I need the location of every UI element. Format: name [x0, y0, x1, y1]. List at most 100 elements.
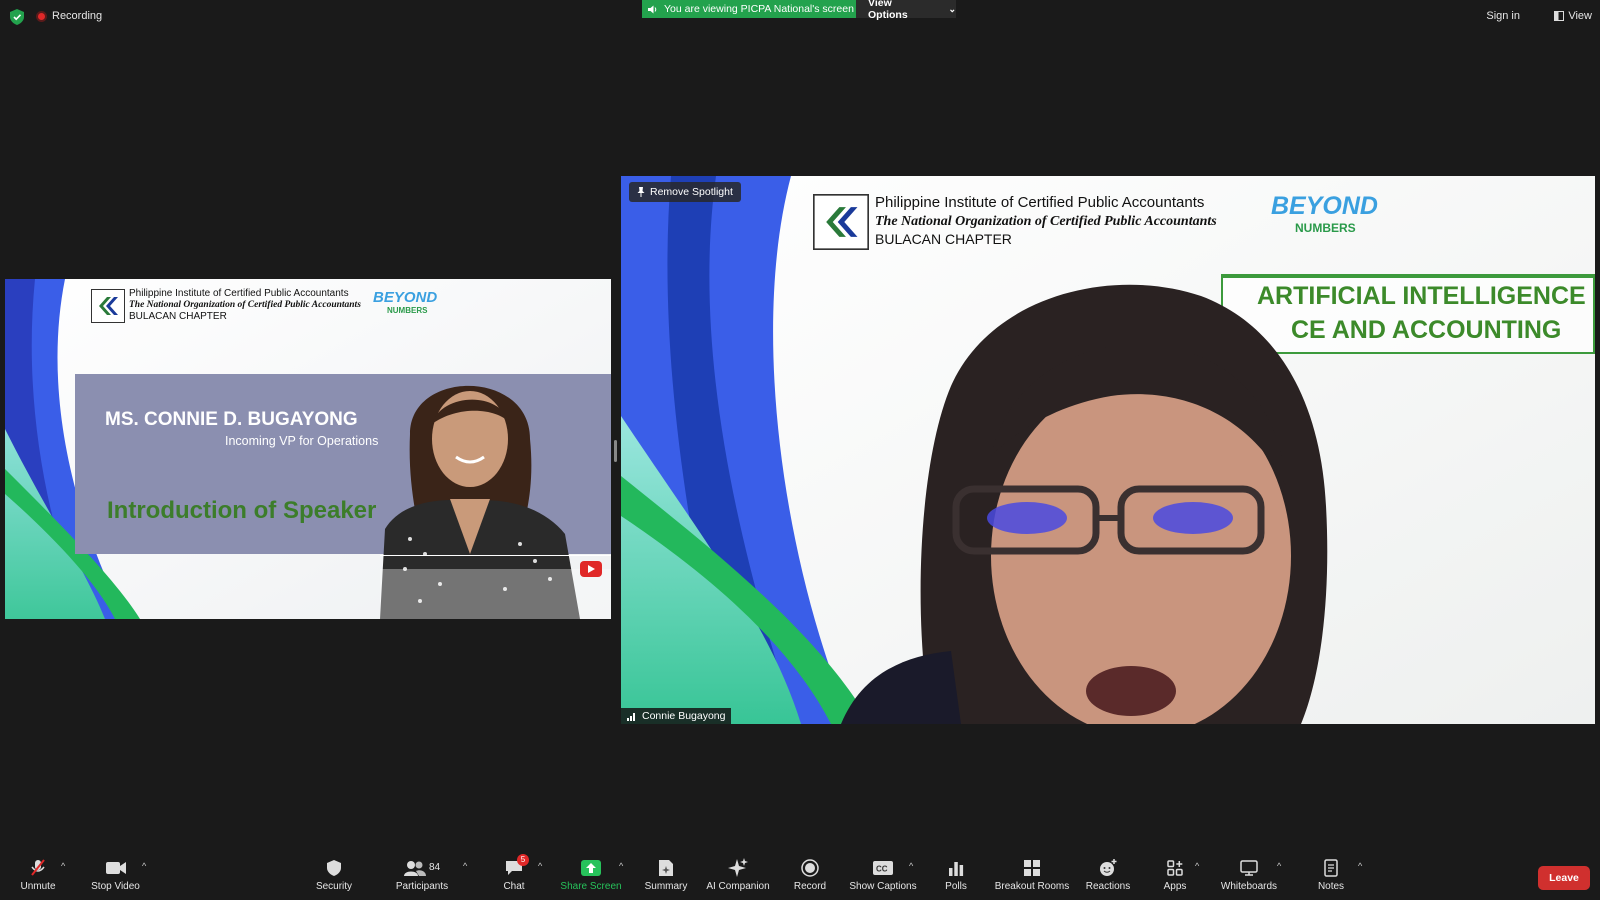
view-button[interactable]: View [1554, 10, 1592, 22]
apps-caret-icon[interactable]: ^ [1195, 861, 1199, 871]
stop-video-button[interactable]: Stop Video [88, 850, 143, 900]
speaker-role: Incoming VP for Operations [225, 434, 379, 448]
polls-bar-chart-icon [945, 859, 967, 877]
breakout-rooms-button[interactable]: Breakout Rooms [993, 850, 1071, 900]
ai-companion-label: AI Companion [706, 880, 770, 892]
video-options-caret-icon[interactable]: ^ [142, 861, 146, 871]
record-icon [799, 858, 821, 877]
presenter-video [841, 284, 1328, 724]
youtube-icon[interactable] [580, 561, 602, 577]
recording-indicator[interactable]: Recording [36, 10, 102, 22]
smiley-plus-icon [1097, 858, 1119, 877]
divider-line [380, 555, 611, 556]
remove-spotlight-label: Remove Spotlight [650, 186, 733, 198]
notes-icon [1320, 858, 1342, 877]
sign-in-link[interactable]: Sign in [1486, 10, 1520, 22]
org-tagline: The National Organization of Certified P… [875, 214, 1217, 229]
view-layout-icon [1554, 11, 1565, 21]
participant-name: Connie Bugayong [642, 710, 726, 722]
participant-name-tag: Connie Bugayong [621, 708, 732, 724]
show-captions-label: Show Captions [849, 880, 917, 892]
reactions-button[interactable]: Reactions [1086, 850, 1130, 900]
chat-label: Chat [503, 880, 525, 892]
security-button[interactable]: Security [313, 850, 355, 900]
meeting-toolbar: Unmute ^ Stop Video ^ Security 84 Partic… [0, 850, 1600, 900]
participants-icon: 84 [402, 859, 442, 877]
notes-button[interactable]: Notes [1315, 850, 1347, 900]
unmute-label: Unmute [20, 880, 56, 892]
share-screen-caret-icon[interactable]: ^ [619, 861, 623, 871]
whiteboards-label: Whiteboards [1220, 880, 1278, 892]
notes-caret-icon[interactable]: ^ [1358, 861, 1362, 871]
summary-icon [655, 859, 677, 877]
share-screen-button[interactable]: Share Screen [560, 850, 622, 900]
shield-icon[interactable] [10, 9, 24, 25]
view-label: View [1568, 10, 1592, 22]
unmute-button[interactable]: Unmute [17, 850, 59, 900]
chat-caret-icon[interactable]: ^ [538, 861, 542, 871]
chat-button[interactable]: 5 Chat [499, 850, 529, 900]
leave-button[interactable]: Leave [1538, 866, 1590, 890]
tile-resize-handle[interactable] [614, 440, 617, 462]
view-options-label: View Options [868, 0, 908, 21]
summary-button[interactable]: Summary [642, 850, 690, 900]
apps-button[interactable]: Apps [1161, 850, 1189, 900]
whiteboard-icon [1238, 859, 1260, 877]
chat-bubble-icon: 5 [503, 853, 529, 877]
breakout-grid-icon [1021, 859, 1043, 877]
remove-spotlight-button[interactable]: Remove Spotlight [629, 182, 741, 202]
picpa-logo [91, 289, 125, 323]
speaker-photo [380, 385, 611, 619]
captions-caret-icon[interactable]: ^ [909, 861, 913, 871]
whiteboards-button[interactable]: Whiteboards [1218, 850, 1280, 900]
apps-label: Apps [1163, 880, 1187, 892]
show-captions-button[interactable]: CC Show Captions [848, 850, 918, 900]
summary-label: Summary [644, 880, 688, 892]
speaker-icon [648, 5, 657, 13]
slide-title: Introduction of Speaker [107, 497, 377, 524]
shared-slide-tile[interactable]: Philippine Institute of Certified Public… [5, 279, 611, 619]
spotlight-video-tile[interactable]: Philippine Institute of Certified Public… [621, 176, 1595, 724]
breakout-rooms-label: Breakout Rooms [994, 880, 1070, 892]
participants-label: Participants [395, 880, 449, 892]
viewing-banner-text: You are viewing PICPA National's screen [664, 3, 854, 15]
share-screen-label: Share Screen [560, 880, 622, 892]
beyond-numbers-logo: BEYOND NUMBERS [373, 289, 438, 329]
chat-unread-badge: 5 [517, 853, 529, 866]
mic-muted-icon [27, 858, 49, 877]
record-dot-icon [36, 10, 47, 22]
whiteboards-caret-icon[interactable]: ^ [1277, 861, 1281, 871]
polls-label: Polls [945, 880, 967, 892]
apps-icon [1164, 859, 1186, 877]
picpa-logo [813, 194, 869, 250]
beyond-numbers-logo: BEYOND NUMBERS [1271, 192, 1381, 256]
view-options-dropdown[interactable]: View Options ⌄ [856, 0, 956, 21]
participants-caret-icon[interactable]: ^ [463, 861, 467, 871]
video-camera-icon [105, 859, 127, 877]
logo-text-beyond: BEYOND [1271, 192, 1378, 220]
svg-text:CC: CC [876, 864, 888, 873]
audio-options-caret-icon[interactable]: ^ [61, 861, 65, 871]
polls-button[interactable]: Polls [941, 850, 971, 900]
participants-button[interactable]: 84 Participants [392, 850, 452, 900]
logo-text-numbers: NUMBERS [1295, 221, 1356, 235]
signal-icon [627, 712, 635, 721]
reactions-label: Reactions [1085, 880, 1131, 892]
closed-captions-icon: CC [872, 859, 894, 877]
recording-label: Recording [52, 10, 103, 22]
share-screen-icon [580, 859, 602, 877]
viewing-banner: You are viewing PICPA National's screen [642, 0, 856, 18]
org-name: Philippine Institute of Certified Public… [129, 288, 349, 299]
sparkle-icon [727, 857, 749, 877]
security-shield-icon [323, 859, 345, 877]
logo-text-beyond: BEYOND [373, 289, 438, 306]
record-label: Record [793, 880, 827, 892]
ai-companion-button[interactable]: AI Companion [704, 850, 772, 900]
top-bar: Recording You are viewing PICPA National… [0, 0, 1600, 34]
notes-label: Notes [1317, 880, 1345, 892]
security-label: Security [315, 880, 353, 892]
record-button[interactable]: Record [790, 850, 830, 900]
logo-text-numbers: NUMBERS [387, 306, 428, 315]
org-tagline: The National Organization of Certified P… [129, 300, 361, 310]
chevron-down-icon: ⌄ [948, 3, 956, 14]
